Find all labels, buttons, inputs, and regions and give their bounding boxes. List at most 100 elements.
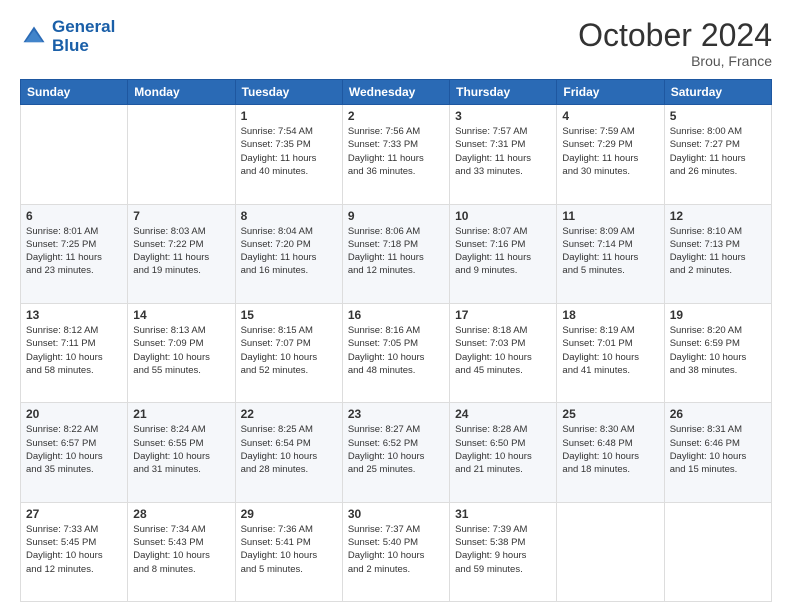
day-number: 4 (562, 109, 658, 123)
day-number: 31 (455, 507, 551, 521)
day-number: 7 (133, 209, 229, 223)
calendar-week-3: 13Sunrise: 8:12 AM Sunset: 7:11 PM Dayli… (21, 303, 772, 402)
col-sunday: Sunday (21, 80, 128, 105)
day-number: 20 (26, 407, 122, 421)
day-info: Sunrise: 8:20 AM Sunset: 6:59 PM Dayligh… (670, 324, 766, 377)
day-info: Sunrise: 8:24 AM Sunset: 6:55 PM Dayligh… (133, 423, 229, 476)
calendar-table: Sunday Monday Tuesday Wednesday Thursday… (20, 79, 772, 602)
table-row: 25Sunrise: 8:30 AM Sunset: 6:48 PM Dayli… (557, 403, 664, 502)
table-row: 2Sunrise: 7:56 AM Sunset: 7:33 PM Daylig… (342, 105, 449, 204)
day-number: 13 (26, 308, 122, 322)
page: General Blue October 2024 Brou, France S… (0, 0, 792, 612)
table-row: 1 Sunrise: 7:54 AM Sunset: 7:35 PM Daylig… (235, 105, 342, 204)
day-number: 19 (670, 308, 766, 322)
table-row: 28 Sunrise: 7:34 AM Sunset: 5:43 PM Dayli… (128, 502, 235, 601)
calendar-week-1: 1 Sunrise: 7:54 AM Sunset: 7:35 PM Daylig… (21, 105, 772, 204)
day-number: 26 (670, 407, 766, 421)
table-row: 24 Sunrise: 8:28 AM Sunset: 6:50 PM Dayli… (450, 403, 557, 502)
day-info: Sunrise: 7:37 AM Sunset: 5:40 PM Dayligh… (348, 523, 444, 576)
table-row: 22 Sunrise: 8:25 AM Sunset: 6:54 PM Dayli… (235, 403, 342, 502)
header: General Blue October 2024 Brou, France (20, 18, 772, 69)
table-row: 18 Sunrise: 8:19 AM Sunset: 7:01 PM Dayli… (557, 303, 664, 402)
day-number: 14 (133, 308, 229, 322)
table-row: 8 Sunrise: 8:04 AM Sunset: 7:20 PM Daylig… (235, 204, 342, 303)
day-info: Sunrise: 7:54 AM Sunset: 7:35 PM Dayligh… (241, 125, 337, 178)
calendar-week-4: 20 Sunrise: 8:22 AM Sunset: 6:57 PM Dayli… (21, 403, 772, 502)
day-number: 1 (241, 109, 337, 123)
table-row: 9Sunrise: 8:06 AM Sunset: 7:18 PM Daylig… (342, 204, 449, 303)
location: Brou, France (578, 53, 772, 69)
table-row: 21 Sunrise: 8:24 AM Sunset: 6:55 PM Dayli… (128, 403, 235, 502)
logo-text: General Blue (52, 18, 115, 55)
day-number: 28 (133, 507, 229, 521)
day-number: 12 (670, 209, 766, 223)
table-row: 5Sunrise: 8:00 AM Sunset: 7:27 PM Daylig… (664, 105, 771, 204)
day-info: Sunrise: 7:34 AM Sunset: 5:43 PM Dayligh… (133, 523, 229, 576)
day-number: 2 (348, 109, 444, 123)
table-row: 26 Sunrise: 8:31 AM Sunset: 6:46 PM Dayli… (664, 403, 771, 502)
day-number: 25 (562, 407, 658, 421)
day-number: 29 (241, 507, 337, 521)
col-saturday: Saturday (664, 80, 771, 105)
table-row (664, 502, 771, 601)
title-section: October 2024 Brou, France (578, 18, 772, 69)
day-info: Sunrise: 8:27 AM Sunset: 6:52 PM Dayligh… (348, 423, 444, 476)
day-number: 6 (26, 209, 122, 223)
day-number: 18 (562, 308, 658, 322)
col-wednesday: Wednesday (342, 80, 449, 105)
day-info: Sunrise: 8:31 AM Sunset: 6:46 PM Dayligh… (670, 423, 766, 476)
day-number: 24 (455, 407, 551, 421)
day-number: 5 (670, 109, 766, 123)
day-number: 10 (455, 209, 551, 223)
day-info: Sunrise: 8:01 AM Sunset: 7:25 PM Dayligh… (26, 225, 122, 278)
table-row: 16Sunrise: 8:16 AM Sunset: 7:05 PM Dayli… (342, 303, 449, 402)
table-row: 12Sunrise: 8:10 AM Sunset: 7:13 PM Dayli… (664, 204, 771, 303)
day-info: Sunrise: 8:25 AM Sunset: 6:54 PM Dayligh… (241, 423, 337, 476)
col-monday: Monday (128, 80, 235, 105)
day-number: 21 (133, 407, 229, 421)
table-row (21, 105, 128, 204)
day-number: 15 (241, 308, 337, 322)
table-row: 29 Sunrise: 7:36 AM Sunset: 5:41 PM Dayli… (235, 502, 342, 601)
col-tuesday: Tuesday (235, 80, 342, 105)
calendar-week-2: 6 Sunrise: 8:01 AM Sunset: 7:25 PM Daylig… (21, 204, 772, 303)
day-info: Sunrise: 8:19 AM Sunset: 7:01 PM Dayligh… (562, 324, 658, 377)
logo-icon (20, 23, 48, 51)
month-title: October 2024 (578, 18, 772, 53)
day-info: Sunrise: 8:15 AM Sunset: 7:07 PM Dayligh… (241, 324, 337, 377)
day-info: Sunrise: 8:04 AM Sunset: 7:20 PM Dayligh… (241, 225, 337, 278)
logo: General Blue (20, 18, 115, 55)
table-row (128, 105, 235, 204)
day-info: Sunrise: 7:33 AM Sunset: 5:45 PM Dayligh… (26, 523, 122, 576)
day-info: Sunrise: 7:36 AM Sunset: 5:41 PM Dayligh… (241, 523, 337, 576)
day-info: Sunrise: 8:07 AM Sunset: 7:16 PM Dayligh… (455, 225, 551, 278)
table-row: 31 Sunrise: 7:39 AM Sunset: 5:38 PM Dayli… (450, 502, 557, 601)
table-row: 30 Sunrise: 7:37 AM Sunset: 5:40 PM Dayli… (342, 502, 449, 601)
day-number: 8 (241, 209, 337, 223)
table-row: 10 Sunrise: 8:07 AM Sunset: 7:16 PM Dayli… (450, 204, 557, 303)
day-number: 3 (455, 109, 551, 123)
table-row: 13Sunrise: 8:12 AM Sunset: 7:11 PM Dayli… (21, 303, 128, 402)
day-number: 30 (348, 507, 444, 521)
table-row: 19 Sunrise: 8:20 AM Sunset: 6:59 PM Dayli… (664, 303, 771, 402)
day-info: Sunrise: 8:18 AM Sunset: 7:03 PM Dayligh… (455, 324, 551, 377)
table-row: 4 Sunrise: 7:59 AM Sunset: 7:29 PM Daylig… (557, 105, 664, 204)
day-info: Sunrise: 8:13 AM Sunset: 7:09 PM Dayligh… (133, 324, 229, 377)
day-number: 9 (348, 209, 444, 223)
day-number: 27 (26, 507, 122, 521)
table-row: 20 Sunrise: 8:22 AM Sunset: 6:57 PM Dayli… (21, 403, 128, 502)
day-number: 22 (241, 407, 337, 421)
table-row (557, 502, 664, 601)
day-info: Sunrise: 7:39 AM Sunset: 5:38 PM Dayligh… (455, 523, 551, 576)
table-row: 6 Sunrise: 8:01 AM Sunset: 7:25 PM Daylig… (21, 204, 128, 303)
table-row: 11Sunrise: 8:09 AM Sunset: 7:14 PM Dayli… (557, 204, 664, 303)
table-row: 17 Sunrise: 8:18 AM Sunset: 7:03 PM Dayli… (450, 303, 557, 402)
day-number: 11 (562, 209, 658, 223)
day-info: Sunrise: 8:16 AM Sunset: 7:05 PM Dayligh… (348, 324, 444, 377)
day-info: Sunrise: 8:22 AM Sunset: 6:57 PM Dayligh… (26, 423, 122, 476)
day-info: Sunrise: 8:28 AM Sunset: 6:50 PM Dayligh… (455, 423, 551, 476)
day-number: 23 (348, 407, 444, 421)
table-row: 7Sunrise: 8:03 AM Sunset: 7:22 PM Daylig… (128, 204, 235, 303)
day-info: Sunrise: 7:59 AM Sunset: 7:29 PM Dayligh… (562, 125, 658, 178)
day-number: 17 (455, 308, 551, 322)
